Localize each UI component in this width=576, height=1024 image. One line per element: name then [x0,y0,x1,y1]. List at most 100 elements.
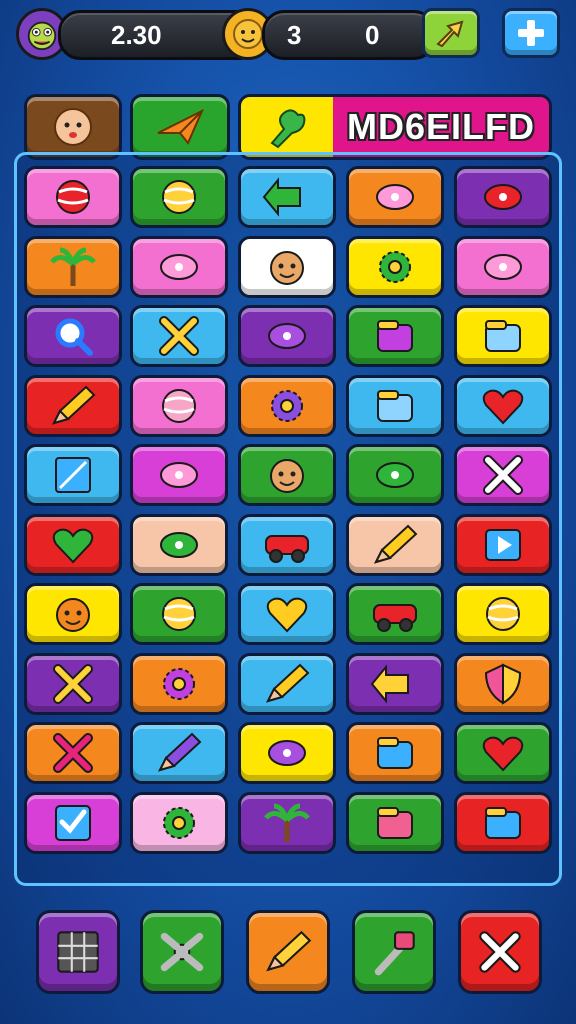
bird-icon [160,462,198,488]
game-tile[interactable] [24,375,122,437]
game-tile[interactable] [346,166,444,228]
crayon-icon [52,385,96,425]
game-tile[interactable] [454,236,552,298]
game-tile[interactable] [238,166,336,228]
purple-gear-icon [271,390,303,422]
robot-icon [376,184,414,210]
game-tile[interactable] [346,444,444,506]
paper-plane-icon [157,108,205,145]
shuffle-icon [160,932,204,972]
flag-icon [484,184,522,210]
flower-icon [163,807,195,839]
cake-icon [377,390,413,422]
game-tile[interactable] [454,166,552,228]
game-tile[interactable] [454,653,552,715]
score-value: 3 [287,19,302,50]
add-button[interactable] [502,8,560,58]
game-tile[interactable] [346,305,444,367]
game-tile[interactable] [454,722,552,784]
hammer-button[interactable] [352,910,436,994]
game-tile[interactable] [238,514,336,576]
game-tile[interactable] [24,514,122,576]
game-tile[interactable] [24,305,122,367]
hook-icon [268,323,306,349]
close-button[interactable] [458,910,542,994]
pickle-icon [160,532,198,558]
game-tile[interactable] [238,722,336,784]
marker-icon [158,732,202,772]
baby-face-tile[interactable] [24,94,122,160]
game-tile[interactable] [346,722,444,784]
game-tile[interactable] [24,444,122,506]
game-tile[interactable] [24,236,122,298]
game-tile[interactable] [24,583,122,645]
red-car-icon [373,604,417,632]
hammer-icon [374,931,415,976]
pink-x-icon [53,733,93,773]
bow-icon [484,254,522,280]
shuffle-button[interactable] [140,910,224,994]
game-tile[interactable] [454,305,552,367]
game-tile[interactable] [130,792,228,854]
game-tile[interactable] [130,722,228,784]
game-tile[interactable] [130,236,228,298]
purple-star-icon [268,740,306,766]
game-tile[interactable] [238,792,336,854]
game-tile[interactable] [130,583,228,645]
brush-icon [374,524,418,564]
word-banner-text: MD6EILFD [333,97,549,157]
gear-flower-icon [379,251,411,283]
game-tile[interactable] [24,653,122,715]
game-tile[interactable] [238,236,336,298]
yellow-heart-icon [266,597,308,633]
fire-face-icon [56,598,90,632]
folder-icon [485,320,521,352]
game-tile[interactable] [130,514,228,576]
green-arrow-icon [262,177,301,217]
game-tile[interactable] [346,583,444,645]
game-tile[interactable] [24,166,122,228]
game-tile[interactable] [346,375,444,437]
close-icon [479,931,521,973]
grid-button[interactable] [36,910,120,994]
grid-icon [57,931,99,973]
knife-button[interactable] [246,910,330,994]
game-tile[interactable] [130,305,228,367]
apple-ball-icon [56,180,90,214]
game-tile[interactable] [454,375,552,437]
baby-face-icon [54,108,92,146]
game-tile[interactable] [454,583,552,645]
game-tile[interactable] [346,653,444,715]
game-tile[interactable] [130,653,228,715]
game-tile[interactable] [238,305,336,367]
share-button[interactable] [422,8,480,58]
square-slash-icon [55,457,91,493]
play-button-icon [485,529,521,561]
paper-plane-tile[interactable] [130,94,230,160]
game-tile[interactable] [238,444,336,506]
arrow-share-icon [436,20,464,48]
balloon-icon [162,597,196,631]
game-tile[interactable] [238,583,336,645]
game-tile[interactable] [346,236,444,298]
game-tile[interactable] [454,514,552,576]
game-tile[interactable] [346,514,444,576]
game-tile[interactable] [454,792,552,854]
game-tile[interactable] [24,792,122,854]
game-tile[interactable] [346,792,444,854]
word-banner: MD6EILFD [238,94,552,160]
game-tile[interactable] [130,375,228,437]
palm-icon [264,803,310,842]
sun-gear-icon [163,668,195,700]
second-value: 0 [365,19,380,50]
game-tile[interactable] [454,444,552,506]
game-tile[interactable] [238,653,336,715]
monkey-face-icon [270,459,304,493]
paint-heart-icon [482,736,524,772]
rainbow-ball-icon [162,180,196,214]
cross-sticks-icon [159,316,199,356]
game-tile[interactable] [238,375,336,437]
game-tile[interactable] [24,722,122,784]
game-tile[interactable] [130,444,228,506]
game-tile[interactable] [130,166,228,228]
